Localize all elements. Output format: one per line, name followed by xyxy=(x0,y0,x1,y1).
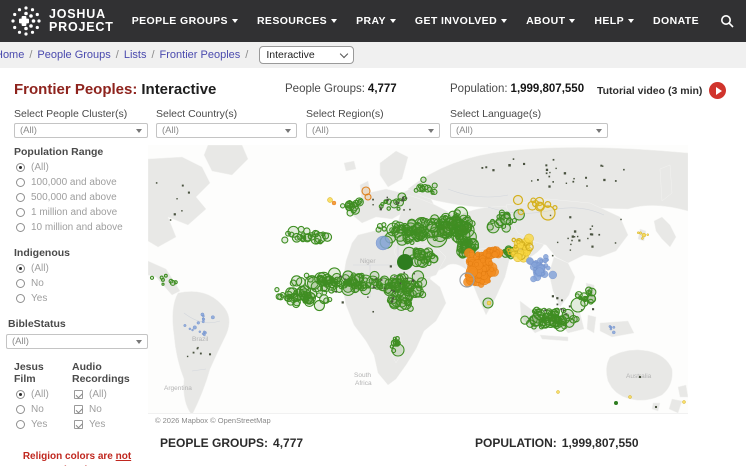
radio-icon[interactable] xyxy=(16,294,25,303)
indigenous-no[interactable]: No xyxy=(16,278,148,289)
pop-range-all[interactable]: (All) xyxy=(16,162,148,173)
radio-selected-icon[interactable] xyxy=(16,163,25,172)
joshua-project-logo-icon xyxy=(10,5,42,37)
nav-about[interactable]: ABOUT xyxy=(526,15,575,27)
caret-down-icon xyxy=(285,129,291,133)
caret-down-icon xyxy=(331,19,337,23)
audio-yes[interactable]: Yes xyxy=(74,419,148,430)
svg-text:Brazil: Brazil xyxy=(192,336,209,343)
tutorial-video: Tutorial video (3 min) xyxy=(597,82,726,99)
svg-text:Australia: Australia xyxy=(626,373,652,380)
brand-text: JOSHUA PROJECT xyxy=(49,8,114,34)
pop-range-500k[interactable]: 500,000 and above xyxy=(16,192,148,203)
population-stat: Population:1,999,807,550 xyxy=(450,83,584,95)
caret-down-icon xyxy=(428,129,434,133)
audio-all[interactable]: (All) xyxy=(74,389,148,400)
nav-donate[interactable]: DONATE xyxy=(653,15,699,27)
caret-down-icon xyxy=(136,129,142,133)
radio-icon[interactable] xyxy=(16,405,25,414)
footer-population: POPULATION:1,999,807,550 xyxy=(470,436,639,450)
breadcrumb-home[interactable]: Home xyxy=(0,49,24,61)
population-range-title: Population Range xyxy=(14,146,148,158)
svg-text:South: South xyxy=(354,372,371,379)
nav-people-groups[interactable]: PEOPLE GROUPS xyxy=(132,15,238,27)
caret-down-icon xyxy=(232,19,238,23)
radio-icon[interactable] xyxy=(16,208,25,217)
nav-help[interactable]: HELP xyxy=(594,15,634,27)
jesus-film-yes[interactable]: Yes xyxy=(16,419,68,430)
filter-sidebar: Population Range (All) 100,000 and above… xyxy=(6,146,148,466)
footer-people-groups: PEOPLE GROUPS:4,777 xyxy=(155,436,303,450)
religion-colors-note: Religion colors are not related to Progr… xyxy=(6,450,148,466)
radio-icon[interactable] xyxy=(16,178,25,187)
indigenous-title: Indigenous xyxy=(14,247,148,259)
caret-down-icon xyxy=(628,19,634,23)
indigenous-all[interactable]: (All) xyxy=(16,263,148,274)
bible-status-select[interactable]: (All) xyxy=(6,334,148,349)
chevron-down-icon xyxy=(340,49,348,57)
region-select[interactable]: (All) xyxy=(306,123,440,138)
caret-down-icon xyxy=(569,19,575,23)
breadcrumb: Home / People Groups / Lists / Frontier … xyxy=(0,42,746,68)
radio-selected-icon[interactable] xyxy=(16,390,25,399)
country-select[interactable]: (All) xyxy=(156,123,297,138)
caret-down-icon xyxy=(136,340,142,344)
filter-people-cluster: Select People Cluster(s) (All) xyxy=(14,108,148,138)
indigenous-yes[interactable]: Yes xyxy=(16,293,148,304)
play-button[interactable] xyxy=(709,82,726,99)
world-map[interactable]: Brazil Argentina SouthAfrica Australia Niger… xyxy=(148,145,688,426)
play-icon xyxy=(716,87,722,95)
breadcrumb-frontier-peoples[interactable]: Frontier Peoples xyxy=(160,49,241,61)
caret-down-icon xyxy=(390,19,396,23)
jesus-film-all[interactable]: (All) xyxy=(16,389,68,400)
people-groups-stat: People Groups:4,777 xyxy=(285,83,397,95)
pop-range-10m[interactable]: 10 million and above xyxy=(16,222,148,233)
audio-no[interactable]: No xyxy=(74,404,148,415)
radio-selected-icon[interactable] xyxy=(16,264,25,273)
jesus-film-group: Jesus Film (All) No Yes xyxy=(6,361,68,434)
radio-icon[interactable] xyxy=(16,279,25,288)
search-icon[interactable] xyxy=(720,14,734,28)
page: JOSHUA PROJECT PEOPLE GROUPS RESOURCES P… xyxy=(0,0,746,466)
svg-text:Africa: Africa xyxy=(355,380,372,387)
view-select[interactable]: Interactive xyxy=(259,46,354,64)
caret-down-icon xyxy=(501,19,507,23)
nav-resources[interactable]: RESOURCES xyxy=(257,15,337,27)
nav-menu: PEOPLE GROUPS RESOURCES PRAY GET INVOLVE… xyxy=(132,14,734,28)
people-cluster-select[interactable]: (All) xyxy=(14,123,148,138)
filter-region: Select Region(s) (All) xyxy=(306,108,440,138)
radio-icon[interactable] xyxy=(16,223,25,232)
audio-recordings-group: Audio Recordings (All) No Yes xyxy=(68,361,148,434)
nav-pray[interactable]: PRAY xyxy=(356,15,396,27)
map-attribution[interactable]: © 2026 Mapbox © OpenStreetMap xyxy=(148,413,688,426)
checkbox-checked-icon[interactable] xyxy=(74,420,83,429)
svg-text:Niger: Niger xyxy=(360,258,376,265)
nav-get-involved[interactable]: GET INVOLVED xyxy=(415,15,507,27)
filter-language: Select Language(s) (All) xyxy=(450,108,608,138)
tutorial-label: Tutorial video (3 min) xyxy=(597,85,702,97)
radio-icon[interactable] xyxy=(16,420,25,429)
brand[interactable]: JOSHUA PROJECT xyxy=(10,5,114,37)
breadcrumb-people-groups[interactable]: People Groups xyxy=(37,49,110,61)
page-title: Frontier Peoples:Interactive xyxy=(14,81,216,98)
language-select[interactable]: (All) xyxy=(450,123,608,138)
breadcrumb-lists[interactable]: Lists xyxy=(124,49,147,61)
filter-country: Select Country(s) (All) xyxy=(156,108,297,138)
bible-status-title: BibleStatus xyxy=(8,318,148,330)
jesus-film-no[interactable]: No xyxy=(16,404,68,415)
map-canvas[interactable]: Brazil Argentina SouthAfrica Australia Niger xyxy=(148,145,688,413)
pop-range-1m[interactable]: 1 million and above xyxy=(16,207,148,218)
checkbox-checked-icon[interactable] xyxy=(74,405,83,414)
radio-icon[interactable] xyxy=(16,193,25,202)
top-navbar: JOSHUA PROJECT PEOPLE GROUPS RESOURCES P… xyxy=(0,0,746,42)
caret-down-icon xyxy=(596,129,602,133)
svg-text:Argentina: Argentina xyxy=(164,385,192,392)
checkbox-checked-icon[interactable] xyxy=(74,390,83,399)
pop-range-100k[interactable]: 100,000 and above xyxy=(16,177,148,188)
